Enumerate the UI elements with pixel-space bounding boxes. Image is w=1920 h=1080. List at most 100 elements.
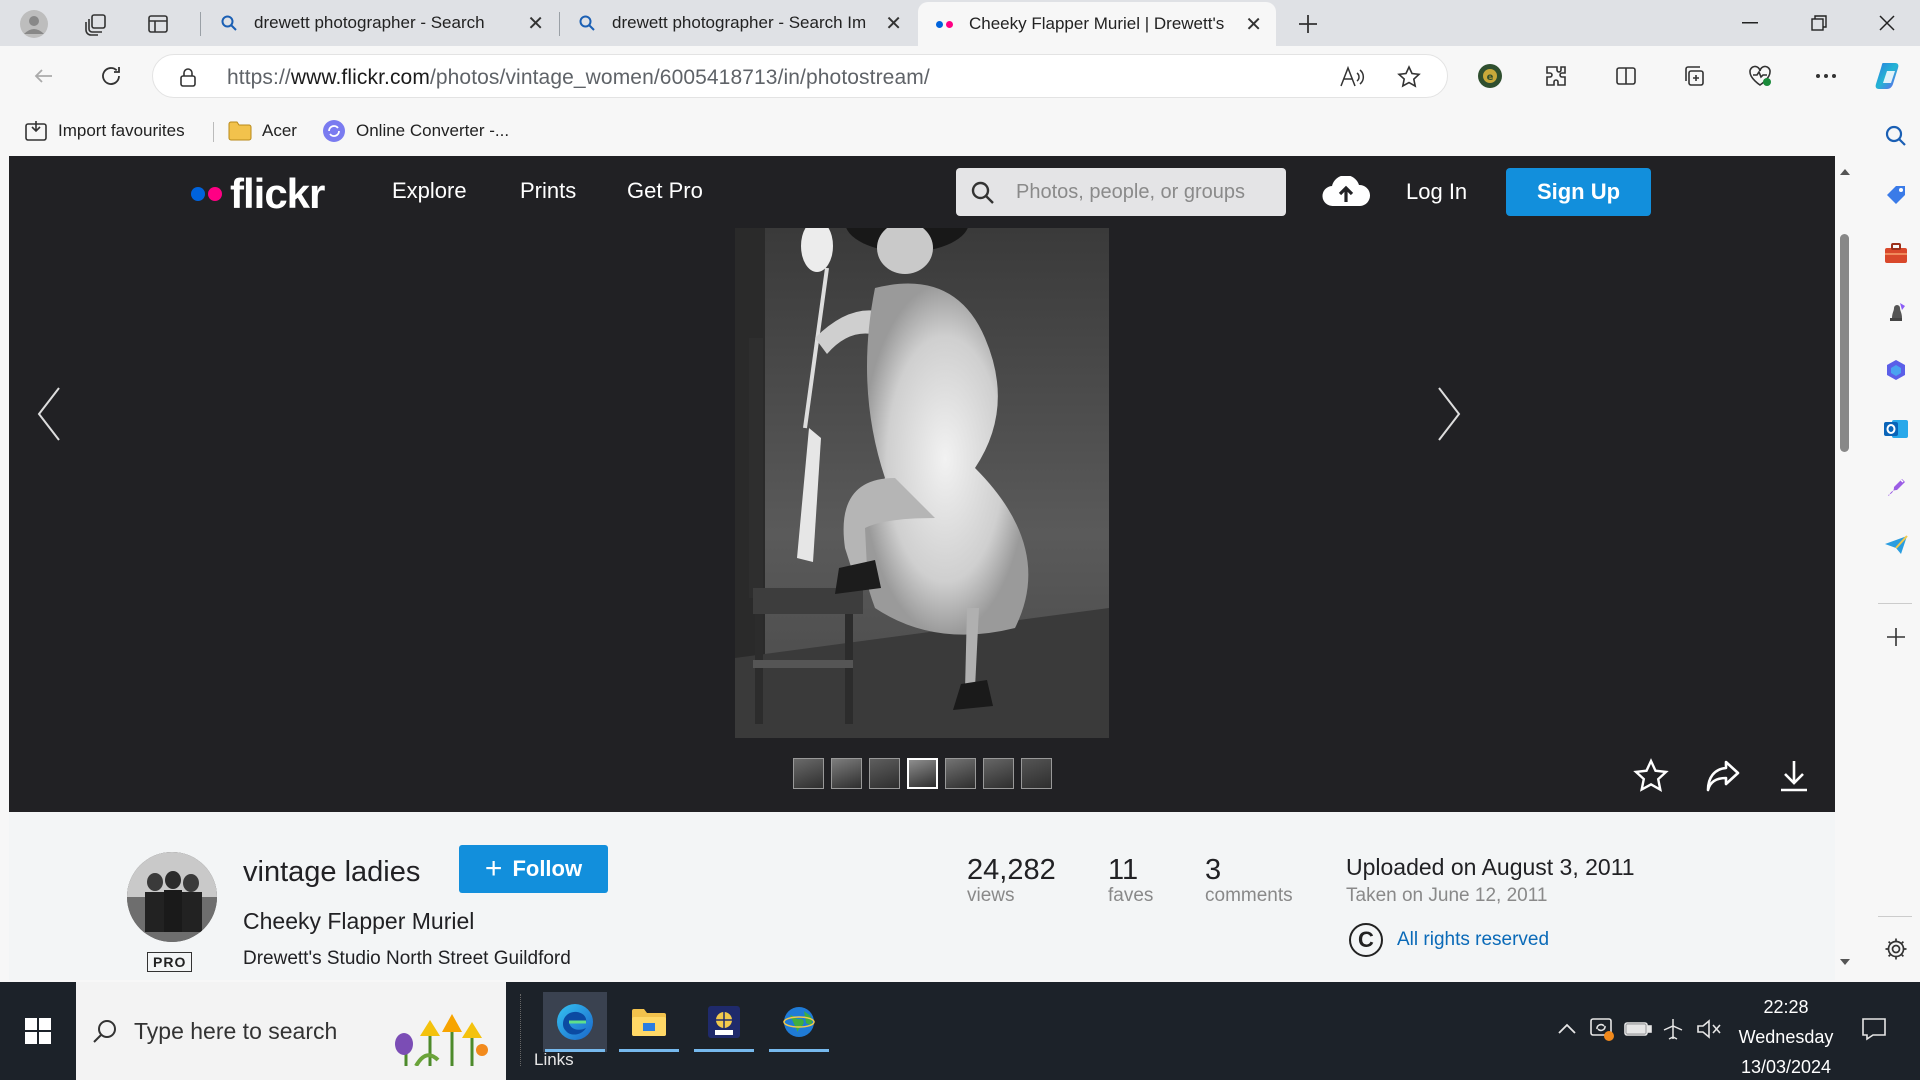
license-link[interactable]: All rights reserved — [1397, 929, 1549, 951]
close-tab-icon[interactable]: ✕ — [527, 11, 544, 36]
add-sidebar-app-icon[interactable] — [1883, 624, 1909, 650]
split-screen-icon[interactable] — [1606, 56, 1646, 96]
fave-star-icon[interactable] — [1631, 756, 1671, 796]
tab-search-1[interactable]: drewett photographer - Search ✕ — [202, 0, 558, 46]
more-options-icon[interactable] — [1806, 56, 1846, 96]
minimize-icon[interactable] — [1717, 0, 1783, 46]
shopping-tag-icon[interactable] — [1883, 182, 1909, 208]
photostream-thumbnail[interactable] — [907, 758, 938, 789]
scroll-up-icon[interactable] — [1839, 168, 1851, 176]
stat-label: comments — [1205, 885, 1293, 906]
stat-views: 24,282 views — [967, 854, 1056, 907]
volume-muted-icon[interactable] — [1694, 1014, 1724, 1044]
read-aloud-icon[interactable] — [1339, 65, 1365, 89]
restore-icon[interactable] — [1786, 0, 1852, 46]
back-icon[interactable] — [24, 56, 64, 96]
next-photo-arrow-icon[interactable] — [1437, 386, 1461, 442]
taskbar-file-explorer[interactable] — [617, 992, 681, 1052]
tab-separator — [200, 12, 201, 36]
nav-explore[interactable]: Explore — [392, 178, 467, 204]
refresh-icon[interactable] — [91, 56, 131, 96]
send-paper-plane-icon[interactable] — [1883, 532, 1909, 558]
nav-prints[interactable]: Prints — [520, 178, 576, 204]
scroll-down-icon[interactable] — [1839, 958, 1851, 966]
outlook-icon[interactable] — [1883, 416, 1909, 442]
download-icon[interactable] — [1774, 756, 1814, 796]
close-tab-icon[interactable]: ✕ — [1245, 12, 1262, 37]
taskbar-search-input[interactable] — [134, 1014, 394, 1048]
collections-icon[interactable] — [1674, 56, 1714, 96]
profile-icon[interactable] — [16, 6, 52, 42]
designer-icon[interactable] — [1883, 474, 1909, 500]
main-photo[interactable] — [735, 228, 1109, 738]
owner-avatar[interactable] — [127, 852, 217, 942]
follow-button[interactable]: + Follow — [459, 845, 608, 893]
photostream-thumbnail[interactable] — [983, 758, 1014, 789]
tools-briefcase-icon[interactable] — [1883, 240, 1909, 266]
taskbar-search-box[interactable] — [76, 982, 506, 1080]
favourite-online-converter[interactable]: Online Converter -... — [322, 116, 509, 146]
close-tab-icon[interactable]: ✕ — [885, 11, 902, 36]
favourite-import[interactable]: Import favourites — [24, 116, 185, 146]
open-app-indicator — [619, 1049, 679, 1052]
url-path: /photos/vintage_women/6005418713/in/phot… — [429, 66, 930, 89]
system-clock[interactable]: 22:28 Wednesday 13/03/2024 — [1730, 992, 1842, 1080]
battery-icon[interactable] — [1623, 1014, 1653, 1044]
browser-essentials-icon[interactable] — [1740, 56, 1780, 96]
photostream-thumbnail[interactable] — [869, 758, 900, 789]
search-input[interactable] — [1016, 178, 1276, 206]
vertical-tabs-icon[interactable] — [140, 6, 176, 42]
page-scrollbar[interactable] — [1835, 156, 1853, 980]
favourite-acer[interactable]: Acer — [228, 116, 297, 146]
photostream-thumbnail[interactable] — [1021, 758, 1052, 789]
airplane-mode-icon[interactable] — [1658, 1014, 1688, 1044]
sync-update-icon[interactable] — [1587, 1014, 1617, 1044]
tab-flickr-active[interactable]: Cheeky Flapper Muriel | Drewett's ✕ — [918, 2, 1276, 46]
url-text[interactable]: https://www.flickr.com/photos/vintage_wo… — [227, 66, 930, 90]
links-toolbar-label[interactable]: Links — [534, 1050, 574, 1070]
login-link[interactable]: Log In — [1406, 179, 1467, 205]
flickr-search-box[interactable] — [956, 168, 1286, 216]
photostream-thumbnail[interactable] — [945, 758, 976, 789]
photostream-thumbnail[interactable] — [793, 758, 824, 789]
address-bar[interactable]: https://www.flickr.com/photos/vintage_wo… — [152, 54, 1448, 98]
lock-icon[interactable] — [179, 67, 197, 87]
previous-photo-arrow-icon[interactable] — [37, 386, 61, 442]
divider — [1878, 603, 1912, 604]
tab-title: drewett photographer - Search — [254, 13, 485, 32]
sidebar-search-icon[interactable] — [1883, 123, 1909, 149]
notifications-icon[interactable] — [1859, 1014, 1889, 1044]
close-window-icon[interactable] — [1854, 0, 1920, 46]
scrollbar-thumb[interactable] — [1840, 234, 1849, 452]
new-tab-icon[interactable] — [1290, 6, 1326, 42]
windows-start-icon[interactable] — [0, 982, 76, 1080]
import-favourites-icon — [24, 120, 48, 142]
copilot-icon[interactable] — [1870, 56, 1910, 96]
show-hidden-icons-chevron-icon[interactable] — [1552, 1014, 1582, 1044]
calendar-2017-app-icon — [707, 1005, 741, 1039]
nav-get-pro[interactable]: Get Pro — [627, 178, 703, 204]
taskbar-app-calendar[interactable] — [692, 992, 756, 1052]
share-arrow-icon[interactable] — [1703, 756, 1743, 796]
tab-search-2[interactable]: drewett photographer - Search Im ✕ — [560, 0, 916, 46]
workspaces-icon[interactable] — [78, 6, 114, 42]
url-host: www.flickr.com — [290, 66, 430, 89]
games-chess-icon[interactable] — [1883, 298, 1909, 324]
flickr-logo[interactable]: flickr — [191, 170, 325, 218]
microsoft-365-icon[interactable] — [1883, 357, 1909, 383]
owner-name[interactable]: vintage ladies — [243, 856, 420, 889]
photostream-thumbnail[interactable] — [831, 758, 862, 789]
photo-viewer — [9, 228, 1835, 812]
taskbar-app-globe[interactable] — [767, 992, 831, 1052]
sidebar-settings-gear-icon[interactable] — [1883, 936, 1909, 962]
upload-cloud-icon[interactable] — [1321, 176, 1371, 208]
divider — [520, 994, 522, 1066]
taskbar-edge[interactable] — [543, 992, 607, 1052]
edge-sidebar — [1870, 106, 1920, 982]
signup-button[interactable]: Sign Up — [1506, 168, 1651, 216]
extension-green-icon[interactable]: e — [1470, 56, 1510, 96]
extensions-puzzle-icon[interactable] — [1536, 56, 1576, 96]
clock-time: 22:28 — [1763, 997, 1809, 1017]
favourite-star-icon[interactable] — [1397, 65, 1421, 89]
logo-blue-dot — [191, 187, 205, 201]
